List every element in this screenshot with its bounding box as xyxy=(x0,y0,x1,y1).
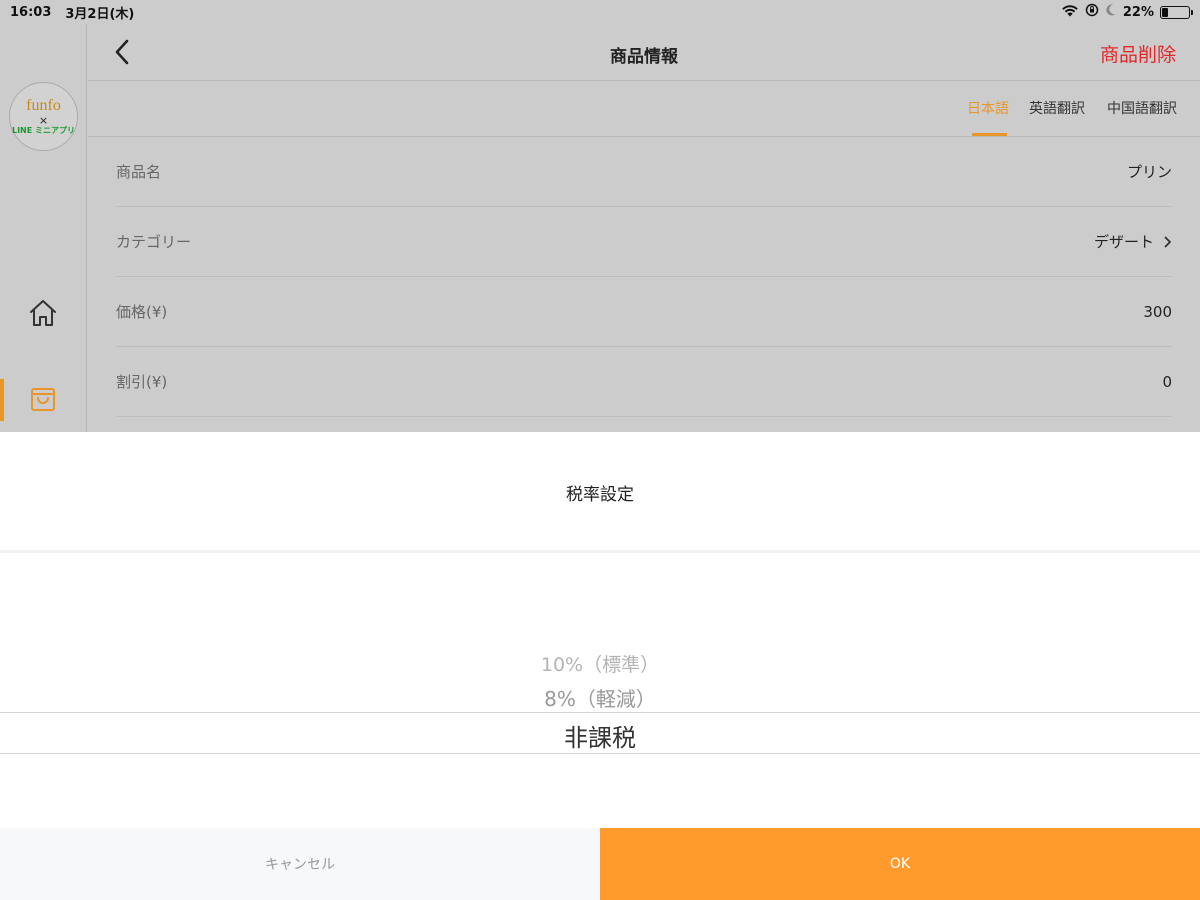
sidebar-item-products[interactable] xyxy=(26,382,60,416)
app-logo: funfo × LINE ミニアプリ xyxy=(9,82,78,151)
moon-icon xyxy=(1105,3,1117,21)
picker-selection-line-bottom xyxy=(0,753,1200,754)
sidebar: funfo × LINE ミニアプリ xyxy=(0,24,87,432)
chevron-right-icon xyxy=(1164,236,1171,247)
sidebar-active-indicator xyxy=(0,379,4,421)
page-title: 商品情報 xyxy=(610,47,678,67)
product-name-label: 商品名 xyxy=(116,163,162,181)
price-row[interactable]: 価格(¥) 300 xyxy=(116,277,1172,347)
tab-english[interactable]: 英語翻訳 xyxy=(1029,98,1085,118)
status-bar: 16:03 3月2日(木) 22% xyxy=(0,0,1200,24)
ok-button[interactable]: OK xyxy=(600,828,1200,900)
category-value-group: デザート xyxy=(1094,231,1172,252)
tax-rate-sheet: 税率設定 10%（標準） 8%（軽減） 非課税 キャンセル OK xyxy=(0,432,1200,900)
cancel-button[interactable]: キャンセル xyxy=(0,828,600,900)
status-right: 22% xyxy=(1061,3,1193,21)
status-time: 16:03 xyxy=(10,4,52,20)
wifi-icon xyxy=(1061,3,1079,21)
battery-icon xyxy=(1160,5,1193,19)
tab-chinese[interactable]: 中国語翻訳 xyxy=(1107,98,1177,118)
orientation-lock-icon xyxy=(1085,3,1099,21)
picker-selection-line-top xyxy=(0,712,1200,713)
category-value: デザート xyxy=(1093,233,1154,251)
discount-value: 0 xyxy=(1162,372,1172,391)
battery-percent: 22% xyxy=(1122,4,1154,20)
discount-row[interactable]: 割引(¥) 0 xyxy=(116,347,1172,417)
delete-product-button[interactable]: 商品削除 xyxy=(1100,40,1176,67)
shopping-bag-icon xyxy=(31,388,55,411)
product-name-row[interactable]: 商品名 プリン xyxy=(116,137,1172,207)
picker-option-standard[interactable]: 10%（標準） xyxy=(0,650,1200,677)
picker-option-reduced[interactable]: 8%（軽減） xyxy=(0,683,1200,712)
category-label: カテゴリー xyxy=(116,233,192,251)
picker-option-tax-exempt[interactable]: 非課税 xyxy=(0,718,1200,753)
sidebar-item-home[interactable] xyxy=(26,296,60,330)
language-tabs: 日本語 英語翻訳 中国語翻訳 xyxy=(88,82,1200,137)
price-label: 価格(¥) xyxy=(116,303,168,321)
logo-sub-text: LINE ミニアプリ xyxy=(11,126,76,135)
sheet-title: 税率設定 xyxy=(566,485,634,505)
tab-active-underline xyxy=(972,133,1007,136)
price-value: 300 xyxy=(1143,302,1172,321)
status-date: 3月2日(木) xyxy=(65,6,135,22)
status-left: 16:03 3月2日(木) xyxy=(10,3,134,22)
category-row[interactable]: カテゴリー デザート xyxy=(116,207,1172,277)
header: 商品情報 商品削除 xyxy=(88,24,1200,81)
battery-fill xyxy=(1162,7,1168,17)
product-name-value: プリン xyxy=(1126,163,1172,181)
sheet-divider xyxy=(0,550,1200,553)
tab-japanese[interactable]: 日本語 xyxy=(967,98,1009,118)
home-icon xyxy=(30,300,56,326)
logo-main-text: funfo xyxy=(26,97,61,114)
discount-label: 割引(¥) xyxy=(116,373,168,391)
logo-x: × xyxy=(38,114,49,127)
